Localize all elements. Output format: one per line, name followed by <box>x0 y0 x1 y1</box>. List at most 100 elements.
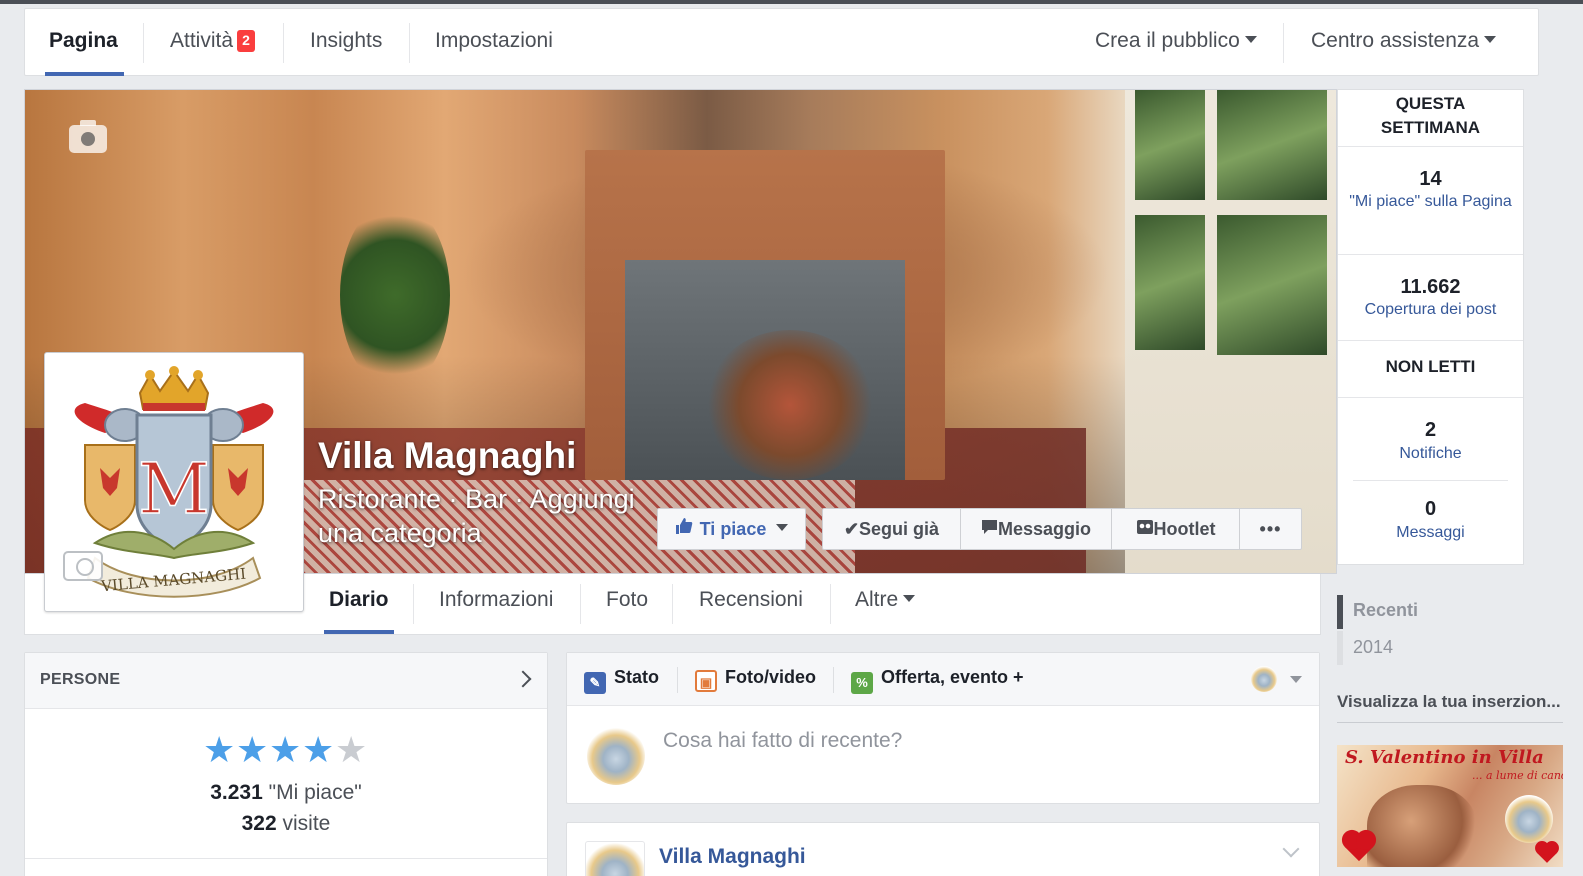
caret-down-icon[interactable] <box>1290 676 1302 683</box>
timeline-recenti[interactable]: Recenti <box>1353 600 1418 621</box>
stats-unread-title: NON LETTI <box>1385 357 1476 376</box>
offer-icon: % <box>851 672 873 694</box>
window-pane <box>1135 90 1205 200</box>
ad-subline: ... a lume di candela <box>1472 769 1563 782</box>
messages-count: 0 <box>1424 498 1437 520</box>
divider <box>580 584 581 624</box>
hootlet-button[interactable]: Hootlet <box>1112 509 1239 549</box>
change-cover-camera-icon[interactable] <box>69 120 107 153</box>
more-options-button[interactable]: ••• <box>1240 509 1301 549</box>
ad-couple-photo <box>1367 785 1477 867</box>
page-visits: 322 visite <box>25 812 547 836</box>
divider <box>1338 146 1523 147</box>
divider <box>25 858 547 859</box>
message-label: Messaggio <box>997 519 1092 539</box>
window-pane <box>1135 215 1205 350</box>
star-icon: ★ <box>302 729 335 770</box>
top-edge <box>0 0 1583 4</box>
likes-count: 14 <box>1419 168 1442 190</box>
tab-recensioni[interactable]: Recensioni <box>699 574 803 634</box>
divider <box>413 584 414 624</box>
cover-action-group: ✔Segui già Messaggio Hootlet ••• <box>822 508 1302 550</box>
post-author-link[interactable]: Villa Magnaghi <box>659 845 806 869</box>
people-header[interactable]: PERSONE <box>25 653 547 709</box>
window-pane <box>1217 215 1327 355</box>
caret-down-icon <box>1244 36 1257 43</box>
photo-icon: ▣ <box>695 670 717 692</box>
notification-badge: 2 <box>237 30 256 52</box>
visits-number: 322 <box>241 812 277 835</box>
profile-picture[interactable]: M VILLA MAGNAGHI <box>44 352 304 612</box>
notifications-link[interactable]: Notifiche <box>1348 443 1513 464</box>
reach-count: 11.662 <box>1400 276 1461 298</box>
heart-icon <box>1537 843 1557 863</box>
follow-button[interactable]: ✔Segui già <box>823 509 960 549</box>
page-likes[interactable]: 3.231 "Mi piace" <box>25 781 547 805</box>
composer-tab-label: Stato <box>614 667 659 687</box>
message-button[interactable]: Messaggio <box>961 509 1111 549</box>
divider <box>1283 23 1284 63</box>
divider <box>1337 722 1563 723</box>
composer-tab-label: Offerta, evento + <box>881 667 1024 687</box>
cover-window <box>1125 90 1336 573</box>
message-bubble-icon <box>981 519 998 539</box>
chevron-down-icon[interactable] <box>1282 840 1300 858</box>
star-icon: ★ <box>269 729 302 770</box>
divider <box>1338 397 1523 398</box>
divider <box>830 584 831 624</box>
admin-tab-label: Attività <box>170 29 234 52</box>
divider <box>283 23 284 63</box>
hootlet-label: Hootlet <box>1153 519 1216 539</box>
timeline-2014[interactable]: 2014 <box>1353 637 1393 658</box>
page-category[interactable]: Ristorante · Bar · Aggiungi una categori… <box>318 482 658 550</box>
menu-label: Centro assistenza <box>1311 29 1480 52</box>
stats-panel: QUESTA SETTIMANA 14 "Mi piace" sulla Pag… <box>1337 89 1524 565</box>
tab-altre[interactable]: Altre <box>855 574 916 634</box>
tab-label: Altre <box>855 588 899 611</box>
page-avatar-icon[interactable] <box>1251 666 1277 692</box>
pencil-icon: ✎ <box>584 672 606 694</box>
post-avatar[interactable] <box>585 841 645 876</box>
svg-text:M: M <box>138 448 210 530</box>
timeline-marker <box>1337 631 1343 665</box>
admin-tab-pagina[interactable]: Pagina <box>45 9 124 76</box>
likes-link[interactable]: "Mi piace" sulla Pagina <box>1348 191 1513 212</box>
divider <box>677 667 678 693</box>
composer-tab-stato[interactable]: ✎ Stato <box>584 667 659 694</box>
rating-stars: ★ ★ ★ ★ ★ <box>203 729 373 770</box>
ads-title-link[interactable]: Visualizza la tua inserzion... <box>1337 692 1561 712</box>
change-profile-camera-icon[interactable] <box>63 551 103 581</box>
composer-tab-offerta[interactable]: % Offerta, evento + <box>851 667 1024 694</box>
admin-tab-label: Impostazioni <box>435 29 553 52</box>
follow-label: Segui già <box>859 519 940 539</box>
visits-label: visite <box>282 812 331 835</box>
tab-informazioni[interactable]: Informazioni <box>439 574 553 634</box>
divider <box>409 23 410 63</box>
people-card: PERSONE ★ ★ ★ ★ ★ 3.231 "Mi piace" 322 v… <box>24 652 548 876</box>
divider <box>833 667 834 693</box>
messages-link[interactable]: Messaggi <box>1348 522 1513 543</box>
admin-tab-insights[interactable]: Insights <box>310 9 382 75</box>
like-button[interactable]: Ti piace <box>657 508 806 550</box>
likes-number: 3.231 <box>210 781 263 804</box>
admin-tab-impostazioni[interactable]: Impostazioni <box>435 9 553 75</box>
crea-pubblico-menu[interactable]: Crea il pubblico <box>1095 9 1257 75</box>
divider <box>1338 254 1523 255</box>
admin-tab-attivita[interactable]: Attività 2 <box>170 9 256 75</box>
cover-plant <box>705 330 875 480</box>
composer-tab-foto-video[interactable]: ▣ Foto/video <box>695 667 816 692</box>
centro-assistenza-menu[interactable]: Centro assistenza <box>1311 9 1497 75</box>
admin-tab-label: Insights <box>310 29 383 52</box>
likes-label: "Mi piace" <box>268 781 362 804</box>
tab-foto[interactable]: Foto <box>606 574 648 634</box>
reach-link[interactable]: Copertura dei post <box>1348 299 1513 320</box>
star-icon: ★ <box>236 729 269 770</box>
composer-tab-label: Foto/video <box>725 667 816 687</box>
divider <box>143 23 144 63</box>
tab-diario[interactable]: Diario <box>324 574 393 634</box>
ad-image[interactable]: S. Valentino in Villa ... a lume di cand… <box>1337 745 1563 867</box>
admin-nav-bar: Pagina Attività 2 Insights Impostazioni C… <box>24 8 1539 76</box>
people-title: PERSONE <box>40 671 121 688</box>
composer-input[interactable]: Cosa hai fatto di recente? <box>663 729 902 753</box>
page-title: Villa Magnaghi <box>318 435 577 476</box>
